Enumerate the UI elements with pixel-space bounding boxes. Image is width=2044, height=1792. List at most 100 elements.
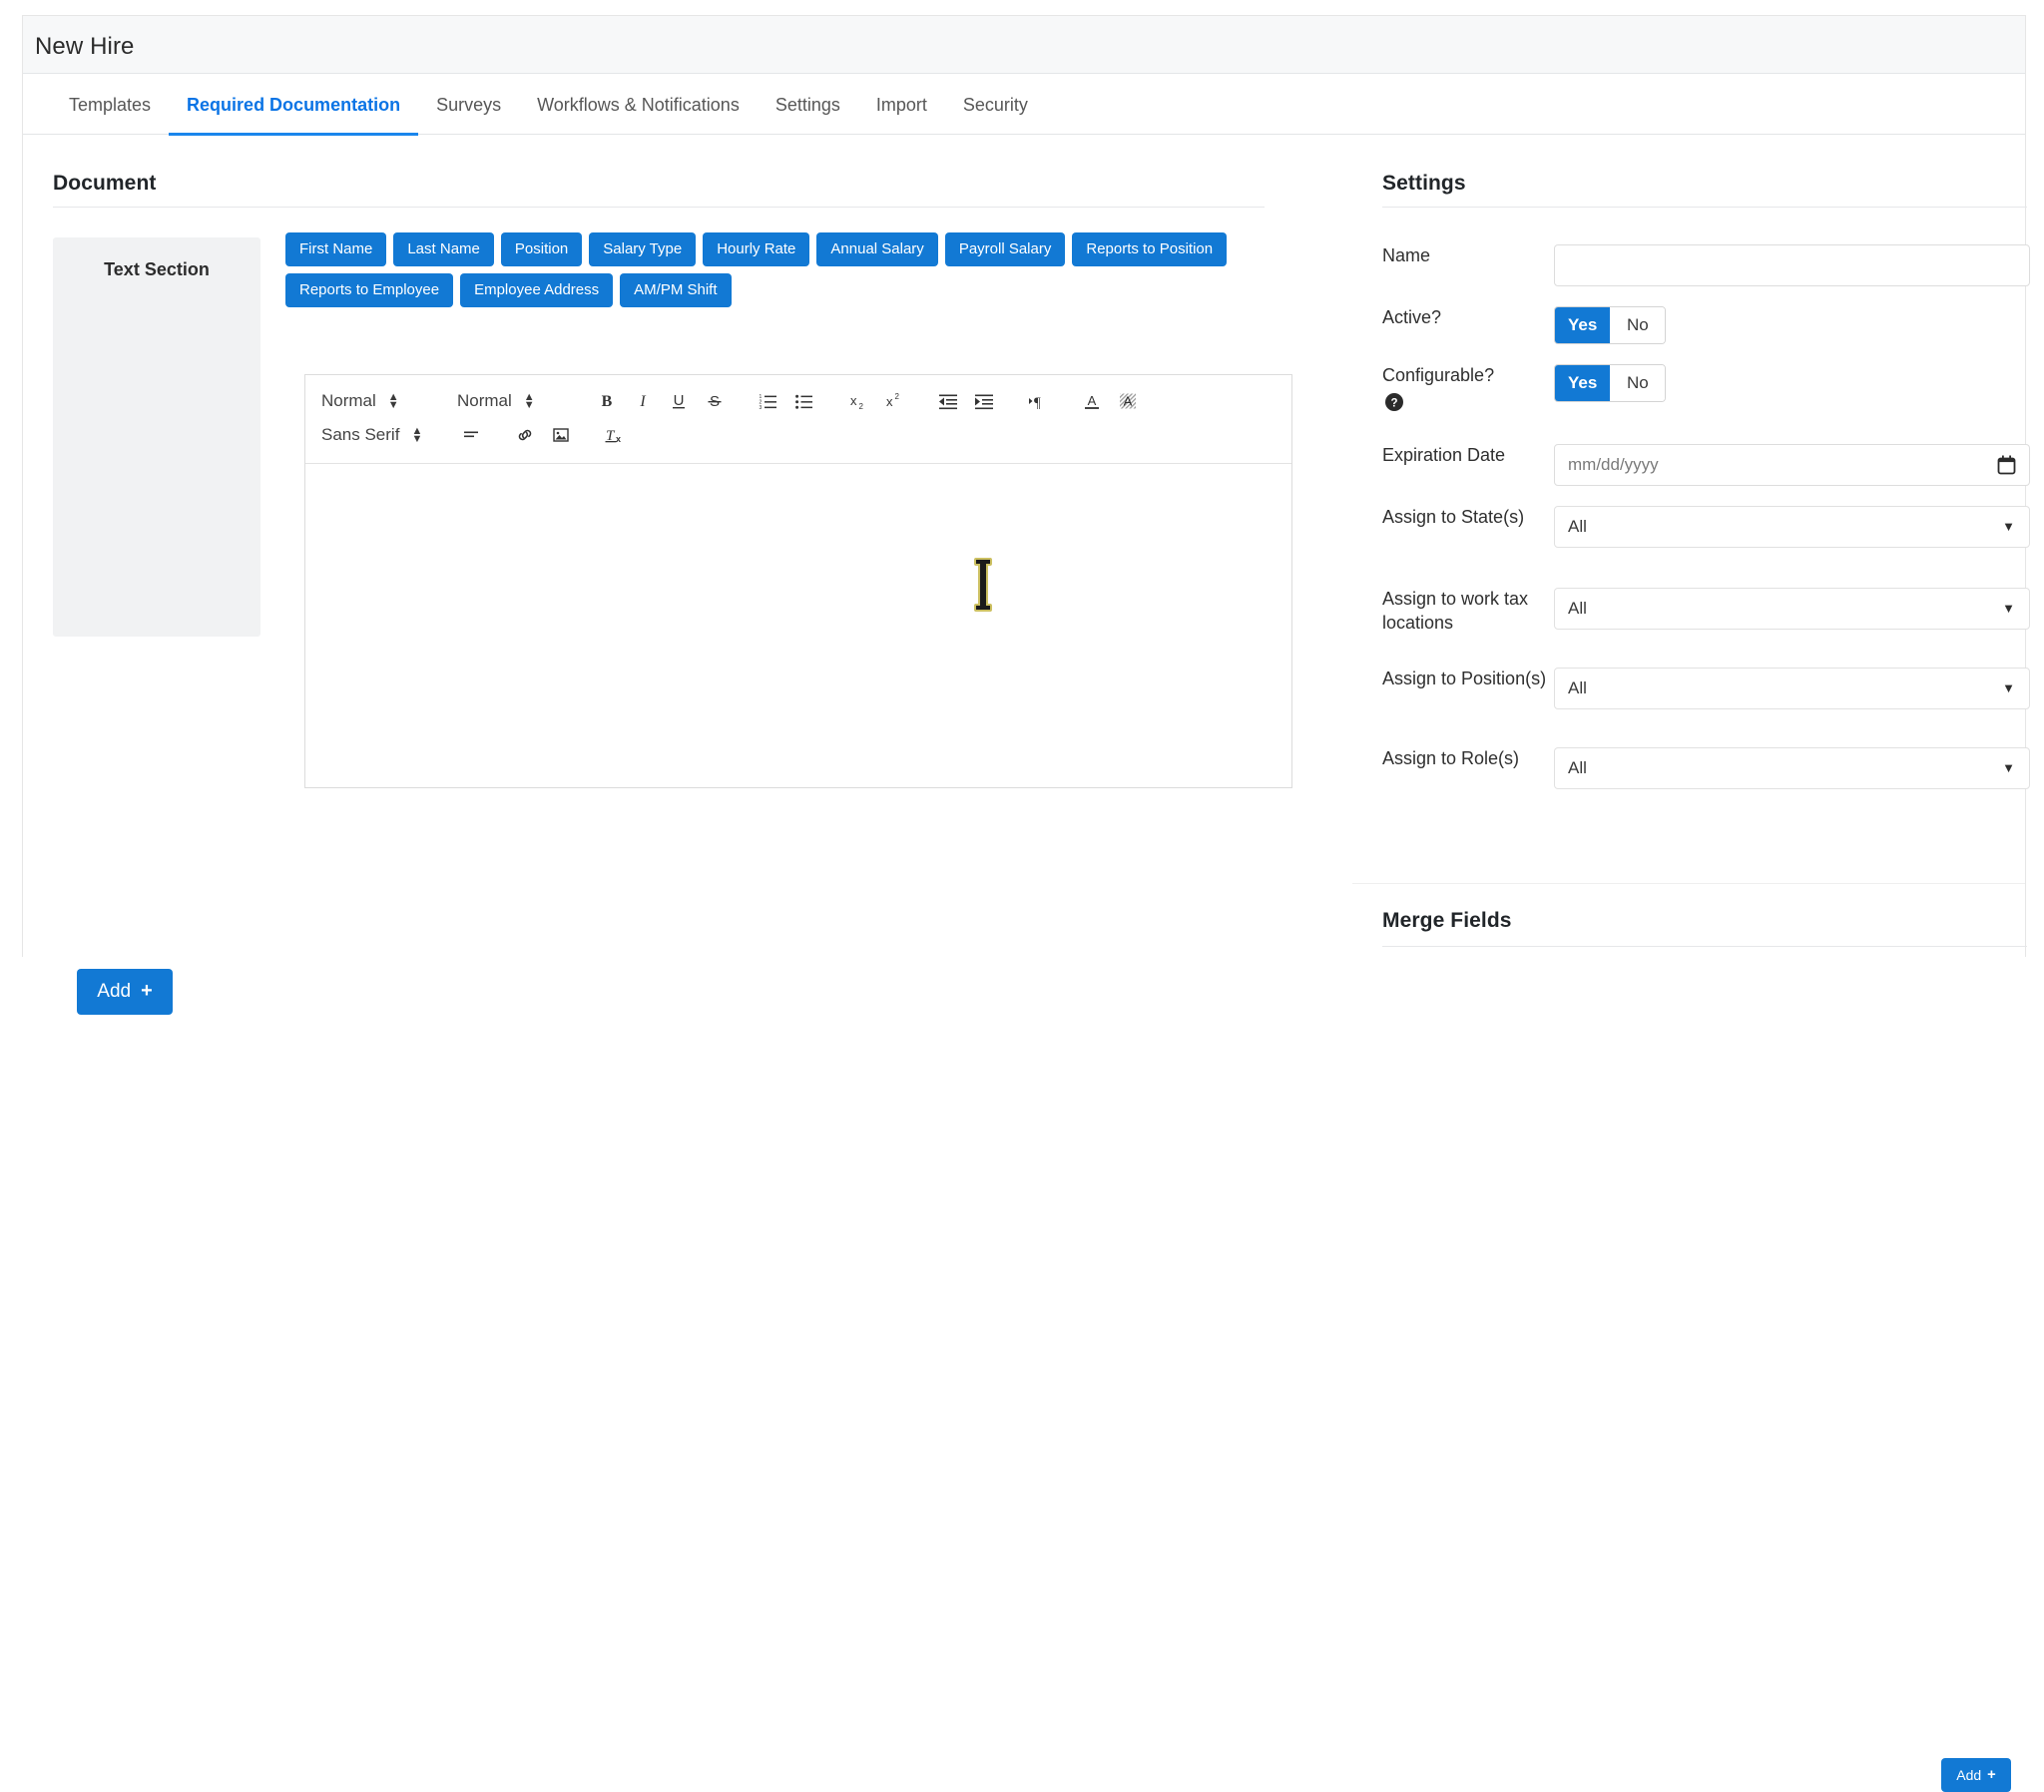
rich-text-editor: Normal ▲▼ Normal ▲▼ B (304, 374, 1292, 788)
tab-surveys[interactable]: Surveys (418, 74, 519, 135)
bold-icon[interactable]: B (589, 386, 625, 416)
italic-icon[interactable]: I (625, 386, 661, 416)
assign-states-control: All ▼ (1554, 506, 2030, 548)
underline-icon[interactable]: U (661, 386, 697, 416)
tab-bar: Templates Required Documentation Surveys… (23, 74, 2025, 135)
text-section-label: Text Section (53, 259, 260, 280)
align-icon[interactable] (453, 420, 489, 450)
assign-work-tax-locations-value: All (1568, 599, 1587, 618)
assign-positions-label: Assign to Position(s) (1382, 668, 1547, 691)
merge-chip-salary-type[interactable]: Salary Type (589, 232, 696, 266)
title-bar: New Hire (23, 16, 2025, 74)
active-toggle-no[interactable]: No (1610, 307, 1665, 343)
document-divider (53, 207, 1265, 208)
assign-positions-control: All ▼ (1554, 668, 2030, 709)
merge-chip-annual-salary[interactable]: Annual Salary (816, 232, 937, 266)
tab-required-documentation[interactable]: Required Documentation (169, 74, 418, 135)
svg-text:x: x (886, 394, 893, 409)
chevron-down-icon: ▼ (2002, 589, 2015, 629)
merge-fields-section: Merge Fields Add + (1352, 883, 2025, 957)
document-column: Document Text Section First Name Last Na… (23, 135, 1330, 957)
clear-formatting-icon[interactable]: T x (597, 420, 633, 450)
svg-text:B: B (602, 393, 613, 410)
plus-icon: + (1987, 1768, 1996, 1783)
svg-text:x: x (616, 434, 621, 444)
svg-text:x: x (850, 393, 857, 408)
text-color-icon[interactable]: A (1074, 386, 1110, 416)
tab-workflows-notifications[interactable]: Workflows & Notifications (519, 74, 758, 135)
svg-text:I: I (639, 393, 646, 410)
svg-text:3: 3 (760, 405, 763, 411)
editor-content-area[interactable] (305, 464, 1291, 787)
field-row-configurable: Configurable? ? Yes No (1382, 364, 2041, 428)
expiration-date-control (1554, 444, 2030, 486)
active-toggle-yes[interactable]: Yes (1555, 307, 1610, 343)
field-row-name: Name (1382, 244, 2041, 284)
help-circle-icon[interactable]: ? (1384, 392, 1404, 417)
heading-format-select[interactable]: Normal ▲▼ (317, 391, 429, 411)
svg-text:A: A (1124, 394, 1133, 409)
link-icon[interactable] (507, 420, 543, 450)
add-merge-field-button[interactable]: Add + (1941, 1758, 2011, 1792)
tab-settings[interactable]: Settings (758, 74, 858, 135)
page-body: Document Text Section First Name Last Na… (23, 135, 2025, 957)
configurable-toggle: Yes No (1554, 364, 1666, 402)
indent-icon[interactable] (966, 386, 1002, 416)
assign-work-tax-locations-select[interactable]: All ▼ (1554, 588, 2030, 630)
updown-caret-icon: ▲▼ (411, 427, 422, 443)
strikethrough-icon[interactable]: S (697, 386, 733, 416)
merge-fields-divider (1382, 946, 2027, 947)
expiration-date-input[interactable] (1554, 444, 2030, 486)
settings-column: Settings Name Active? Yes No (1352, 135, 2025, 957)
tab-import[interactable]: Import (858, 74, 945, 135)
font-family-select[interactable]: Sans Serif ▲▼ (317, 425, 429, 445)
toolbar-spacer (1056, 401, 1074, 402)
application-root: New Hire Templates Required Documentatio… (0, 0, 2044, 957)
svg-text:2: 2 (895, 392, 900, 401)
toolbar-spacer (579, 435, 597, 436)
field-row-assign-positions: Assign to Position(s) All ▼ (1382, 668, 2041, 731)
merge-chip-reports-to-position[interactable]: Reports to Position (1072, 232, 1227, 266)
configurable-label: Configurable? (1382, 364, 1547, 388)
merge-chip-am-pm-shift[interactable]: AM/PM Shift (620, 273, 731, 307)
text-direction-icon[interactable]: ¶ (1020, 386, 1056, 416)
merge-chip-first-name[interactable]: First Name (285, 232, 386, 266)
active-label: Active? (1382, 306, 1547, 330)
bullet-list-icon[interactable] (786, 386, 822, 416)
merge-field-chip-list: First Name Last Name Position Salary Typ… (285, 232, 1244, 307)
background-color-icon[interactable]: A (1110, 386, 1146, 416)
editor-toolbar: Normal ▲▼ Normal ▲▼ B (305, 375, 1291, 464)
svg-text:A: A (1088, 393, 1097, 408)
ordered-list-icon[interactable]: 1 2 3 (751, 386, 786, 416)
merge-chip-hourly-rate[interactable]: Hourly Rate (703, 232, 809, 266)
merge-chip-employee-address[interactable]: Employee Address (460, 273, 613, 307)
toolbar-spacer (571, 401, 589, 402)
field-row-assign-work-tax-locations: Assign to work tax locations All ▼ (1382, 588, 2041, 652)
toolbar-spacer (822, 401, 840, 402)
superscript-icon[interactable]: x2 (876, 386, 912, 416)
chevron-down-icon: ▼ (2002, 669, 2015, 708)
field-row-expiration-date: Expiration Date (1382, 444, 2041, 484)
merge-chip-payroll-salary[interactable]: Payroll Salary (945, 232, 1066, 266)
assign-positions-select[interactable]: All ▼ (1554, 668, 2030, 709)
font-size-value: Normal (457, 391, 512, 411)
assign-roles-label: Assign to Role(s) (1382, 747, 1547, 771)
assign-roles-select[interactable]: All ▼ (1554, 747, 2030, 789)
assign-states-select[interactable]: All ▼ (1554, 506, 2030, 548)
configurable-toggle-no[interactable]: No (1610, 365, 1665, 401)
document-heading: Document (53, 172, 156, 196)
add-section-button[interactable]: Add + (77, 969, 173, 1015)
merge-chip-last-name[interactable]: Last Name (393, 232, 494, 266)
font-size-select[interactable]: Normal ▲▼ (453, 391, 565, 411)
subscript-icon[interactable]: x2 (840, 386, 876, 416)
configurable-toggle-yes[interactable]: Yes (1555, 365, 1610, 401)
text-section-card[interactable]: Text Section (53, 237, 260, 637)
tab-security[interactable]: Security (945, 74, 1046, 135)
tab-templates[interactable]: Templates (51, 74, 169, 135)
merge-chip-position[interactable]: Position (501, 232, 582, 266)
settings-heading: Settings (1382, 172, 1466, 196)
merge-chip-reports-to-employee[interactable]: Reports to Employee (285, 273, 453, 307)
image-icon[interactable] (543, 420, 579, 450)
name-input[interactable] (1554, 244, 2030, 286)
outdent-icon[interactable] (930, 386, 966, 416)
